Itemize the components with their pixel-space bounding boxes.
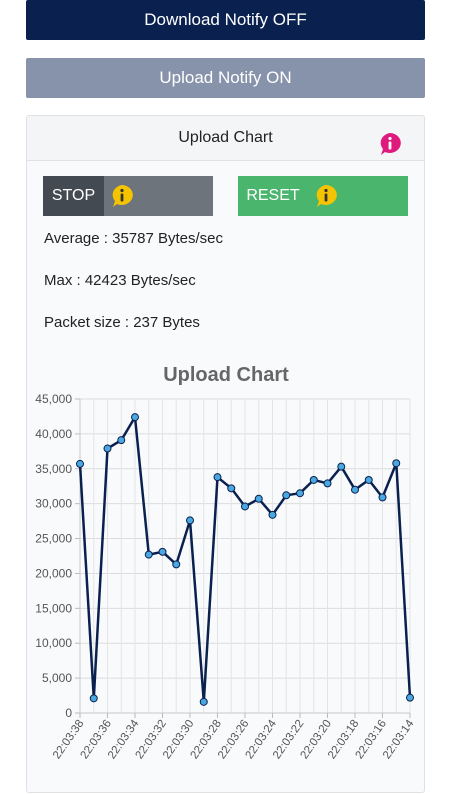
packet-size-stat: Packet size : 237 Bytes <box>44 314 200 331</box>
data-point <box>213 473 222 482</box>
upload-chart: Upload Chart 0 5,000 10,000 15,000 20,000 25,0… <box>35 364 417 761</box>
data-point <box>406 693 414 702</box>
data-point <box>323 479 332 488</box>
data-point <box>378 493 387 502</box>
data-point <box>144 550 153 559</box>
data-point <box>199 697 208 706</box>
reset-info-area <box>308 176 408 216</box>
info-icon <box>112 185 133 207</box>
data-point <box>131 413 139 422</box>
upload-chart-card: Upload Chart STOP RESET Average : 35787 <box>26 115 425 793</box>
y-tick-label: 10,000 <box>35 636 72 650</box>
info-icon <box>316 185 337 207</box>
y-tick-label: 30,000 <box>35 497 72 511</box>
y-tick-label: 5,000 <box>42 671 72 685</box>
max-stat: Max : 42423 Bytes/sec <box>44 272 196 289</box>
y-tick-label: 25,000 <box>35 532 72 546</box>
data-point <box>117 436 126 445</box>
reset-label: RESET <box>246 187 300 204</box>
data-point <box>392 459 401 468</box>
y-tick-label: 35,000 <box>35 462 72 476</box>
data-point <box>268 510 277 519</box>
data-point <box>227 484 236 493</box>
data-point <box>172 560 181 569</box>
data-point <box>282 491 291 500</box>
data-point <box>158 547 167 556</box>
data-point <box>364 475 373 484</box>
data-point <box>89 694 98 703</box>
data-point <box>296 489 304 498</box>
y-tick-label: 20,000 <box>35 566 72 580</box>
chart-title: Upload Chart <box>163 364 289 386</box>
y-tick-label: 0 <box>65 706 72 720</box>
download-notify-button[interactable]: Download Notify OFF <box>26 0 425 40</box>
data-point <box>309 475 318 484</box>
data-point <box>76 459 84 468</box>
y-tick-label: 15,000 <box>35 601 72 615</box>
stop-info-area <box>104 176 213 216</box>
stop-label: STOP <box>43 176 104 216</box>
stop-button[interactable]: STOP <box>43 176 213 216</box>
average-stat: Average : 35787 Bytes/sec <box>44 230 224 247</box>
card-title: Upload Chart <box>178 129 273 146</box>
data-point <box>254 494 263 503</box>
data-point <box>337 462 346 471</box>
info-icon[interactable] <box>378 132 402 156</box>
data-point <box>351 485 359 494</box>
y-tick-label: 40,000 <box>35 427 72 441</box>
card-header: Upload Chart <box>27 116 424 161</box>
data-point <box>103 444 112 453</box>
y-tick-label: 45,000 <box>35 392 72 406</box>
upload-notify-button[interactable]: Upload Notify ON <box>26 58 425 98</box>
reset-button[interactable]: RESET <box>238 176 408 216</box>
data-point <box>186 516 194 525</box>
data-point <box>241 502 249 511</box>
